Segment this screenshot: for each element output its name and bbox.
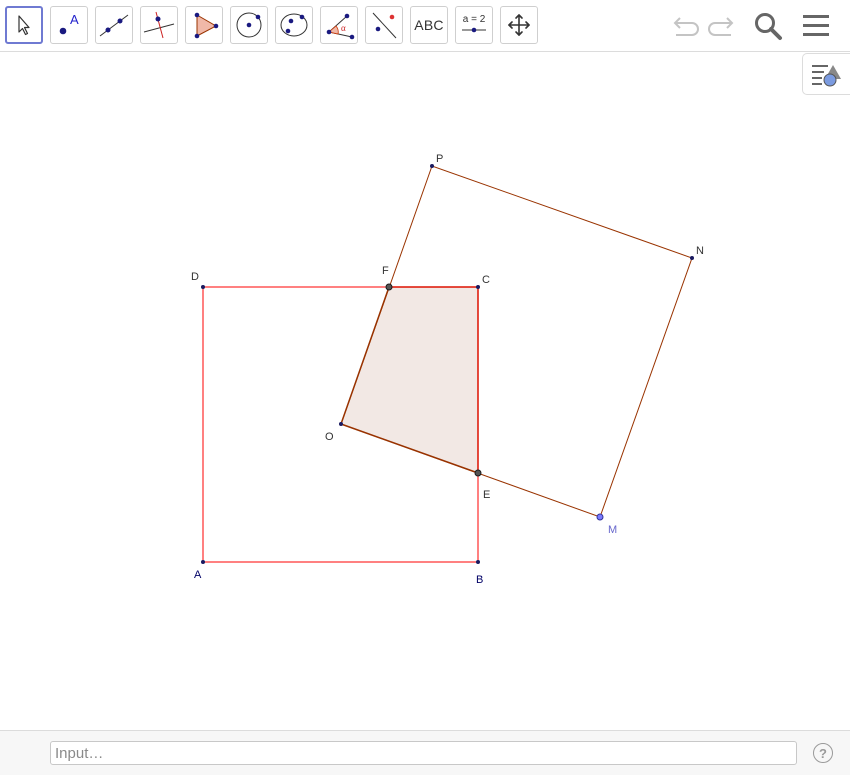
point-b[interactable]	[476, 560, 480, 564]
point-e[interactable]	[474, 469, 482, 477]
help-icon[interactable]: ?	[813, 743, 833, 763]
construction-canvas[interactable]: A B C D P N M O F E	[0, 0, 850, 775]
graphics-view[interactable]: A B C D P N M O F E	[0, 53, 850, 730]
label-n: N	[696, 245, 704, 257]
label-p: P	[436, 153, 443, 165]
label-d: D	[191, 271, 199, 283]
point-p[interactable]	[430, 164, 434, 168]
overlap-region[interactable]	[340, 286, 479, 474]
label-b: B	[476, 574, 483, 586]
label-c: C	[482, 274, 490, 286]
label-o: O	[325, 431, 334, 443]
label-m: M	[608, 524, 617, 536]
input-bar: ?	[0, 730, 850, 775]
point-c[interactable]	[476, 285, 480, 289]
point-f[interactable]	[385, 283, 393, 291]
label-a: A	[194, 569, 202, 581]
algebra-input-field[interactable]	[50, 741, 797, 765]
label-e: E	[483, 489, 490, 501]
point-m[interactable]	[596, 513, 604, 521]
point-o[interactable]	[339, 422, 343, 426]
point-d[interactable]	[201, 285, 205, 289]
label-f: F	[382, 265, 389, 277]
point-a[interactable]	[201, 560, 205, 564]
point-n[interactable]	[690, 256, 694, 260]
